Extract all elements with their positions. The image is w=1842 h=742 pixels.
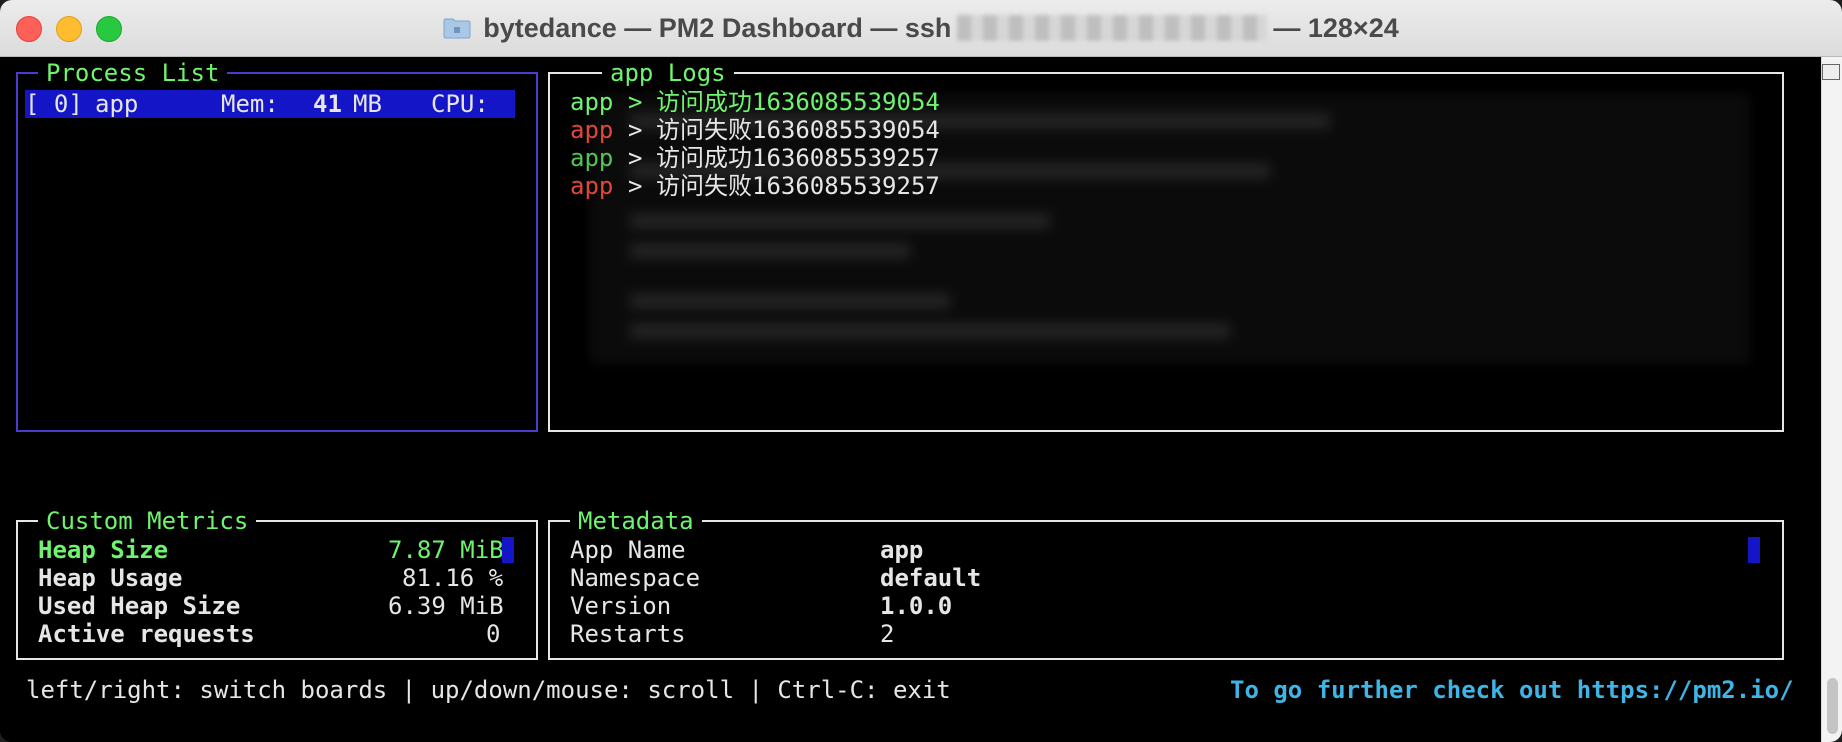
window-title: bytedance — PM2 Dashboard — ssh — 128×24 <box>0 0 1842 56</box>
log-separator: > <box>628 116 643 144</box>
process-row[interactable]: [ 0] app Mem: 41 MB CPU: <box>25 90 515 118</box>
log-prefix: app <box>570 116 614 144</box>
window-title-suffix: — 128×24 <box>1273 12 1399 43</box>
vertical-scrollbar[interactable] <box>1821 57 1842 742</box>
custom-metrics-panel: Custom Metrics Heap Size 7.87 MiB Heap U… <box>16 507 538 660</box>
metric-value: 7.87 MiB <box>388 536 504 564</box>
process-list-label: Process List <box>38 59 228 87</box>
process-mem-value: 41 <box>313 90 342 118</box>
log-message: 访问成功1636085539054 <box>656 88 940 116</box>
logs-panel[interactable]: app Logs app > 访问成功1636085539054 app > 访… <box>548 59 1784 432</box>
log-separator: > <box>628 144 643 172</box>
redacted-host <box>957 15 1268 41</box>
metadata-key: App Name <box>570 536 686 564</box>
pm2-link[interactable]: To go further check out https://pm2.io/ <box>1230 676 1794 704</box>
selection-cursor <box>502 537 514 563</box>
metric-name: Heap Size <box>38 536 169 564</box>
folder-icon <box>443 18 471 39</box>
metadata-key: Version <box>570 592 672 620</box>
process-list-panel: Process List [ 0] app Mem: 41 MB CPU: <box>16 59 538 432</box>
metric-value: 6.39 MiB <box>388 592 504 620</box>
process-mem-unit: MB <box>353 90 382 118</box>
split-pane-icon[interactable] <box>1822 64 1840 80</box>
custom-metrics-label: Custom Metrics <box>38 507 257 535</box>
metadata-key: Namespace <box>570 564 701 592</box>
process-mem-label: Mem: <box>221 90 279 118</box>
process-cpu-label: CPU: <box>431 90 489 118</box>
metric-value: 0 <box>486 620 501 648</box>
log-separator: > <box>628 172 643 200</box>
metadata-value: 1.0.0 <box>880 592 953 620</box>
metric-name: Used Heap Size <box>38 592 241 620</box>
title-bar[interactable]: bytedance — PM2 Dashboard — ssh — 128×24 <box>0 0 1842 57</box>
metric-name: Active requests <box>38 620 255 648</box>
terminal-window: bytedance — PM2 Dashboard — ssh — 128×24… <box>0 0 1842 742</box>
metadata-key: Restarts <box>570 620 686 648</box>
metadata-value: app <box>880 536 924 564</box>
log-message: 访问失败1636085539054 <box>656 116 940 144</box>
metadata-value: 2 <box>880 620 895 648</box>
scrollbar-thumb[interactable] <box>1827 678 1838 734</box>
metric-name: Heap Usage <box>38 564 183 592</box>
metadata-label: Metadata <box>570 507 702 535</box>
metadata-value: default <box>880 564 982 592</box>
process-index: [ 0] <box>25 90 83 118</box>
log-message: 访问失败1636085539257 <box>656 172 940 200</box>
logs-label: app Logs <box>602 59 734 87</box>
metadata-panel: Metadata App Name app Namespace default … <box>548 507 1784 660</box>
metric-value: 81.16 % <box>402 564 504 592</box>
process-name: app <box>95 90 139 118</box>
log-message: 访问成功1636085539257 <box>656 144 940 172</box>
scroll-indicator <box>1748 537 1760 563</box>
log-prefix: app <box>570 172 614 200</box>
window-title-prefix: bytedance — PM2 Dashboard — ssh <box>483 12 952 43</box>
terminal-content[interactable]: Process List [ 0] app Mem: 41 MB CPU: ap… <box>0 57 1822 742</box>
log-prefix: app <box>570 144 614 172</box>
log-prefix: app <box>570 88 614 116</box>
help-text: left/right: switch boards | up/down/mous… <box>26 676 951 704</box>
log-separator: > <box>628 88 643 116</box>
